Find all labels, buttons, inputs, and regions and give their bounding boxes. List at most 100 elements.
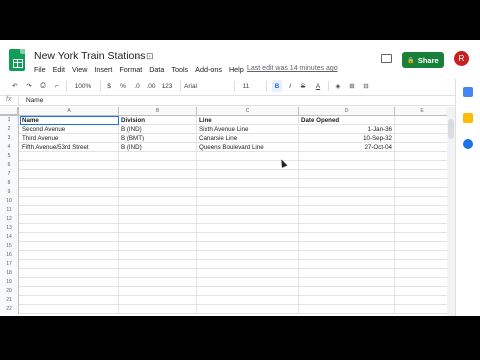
font-size-select[interactable]: 11 — [238, 80, 254, 92]
move-folder-icon[interactable]: ⊡ — [146, 51, 154, 62]
table-cell[interactable] — [197, 188, 299, 197]
table-cell[interactable] — [20, 188, 119, 197]
table-cell[interactable] — [299, 170, 395, 179]
table-cell[interactable] — [119, 305, 197, 314]
table-cell[interactable]: Division — [119, 116, 197, 125]
comment-history-icon[interactable] — [381, 54, 392, 63]
table-cell[interactable] — [395, 251, 450, 260]
row-number[interactable]: 11 — [0, 206, 19, 215]
scrollbar-thumb[interactable] — [448, 119, 454, 139]
row-number[interactable]: 9 — [0, 188, 19, 197]
table-cell[interactable] — [20, 179, 119, 188]
table-cell[interactable] — [119, 260, 197, 269]
column-header-e[interactable]: E — [395, 107, 450, 116]
last-edit-link[interactable]: Last edit was 14 minutes ago — [247, 65, 338, 72]
column-header-b[interactable]: B — [119, 107, 197, 116]
text-color-button[interactable]: A — [313, 80, 323, 92]
table-cell[interactable] — [299, 242, 395, 251]
sheets-logo-icon[interactable] — [9, 49, 25, 71]
table-cell[interactable] — [20, 206, 119, 215]
table-cell[interactable] — [395, 305, 450, 314]
table-cell[interactable] — [299, 260, 395, 269]
table-cell[interactable] — [20, 260, 119, 269]
table-cell[interactable]: Line — [197, 116, 299, 125]
table-cell[interactable] — [395, 134, 450, 143]
table-cell[interactable] — [197, 224, 299, 233]
undo-icon[interactable]: ↶ — [10, 80, 20, 92]
table-cell[interactable] — [299, 179, 395, 188]
spreadsheet-grid[interactable]: A B C D E 1 Name Division Line Date Opened 2 S… — [0, 107, 455, 316]
table-cell[interactable] — [119, 161, 197, 170]
table-cell[interactable] — [395, 116, 450, 125]
table-cell[interactable]: B (IND) — [119, 125, 197, 134]
table-cell[interactable] — [395, 224, 450, 233]
table-cell[interactable]: Date Opened — [299, 116, 395, 125]
table-cell[interactable] — [119, 170, 197, 179]
menu-data[interactable]: Data — [149, 65, 164, 74]
table-cell[interactable]: Name — [20, 116, 119, 125]
menu-file[interactable]: File — [34, 65, 46, 74]
table-cell[interactable] — [20, 242, 119, 251]
table-cell[interactable] — [395, 233, 450, 242]
table-cell[interactable] — [299, 296, 395, 305]
table-cell[interactable] — [299, 206, 395, 215]
table-cell[interactable] — [299, 152, 395, 161]
table-cell[interactable]: Sixth Avenue Line — [197, 125, 299, 134]
table-cell[interactable] — [299, 224, 395, 233]
redo-icon[interactable]: ↷ — [24, 80, 34, 92]
table-cell[interactable] — [197, 287, 299, 296]
row-number[interactable]: 6 — [0, 161, 19, 170]
avatar[interactable]: R — [454, 51, 469, 66]
table-cell[interactable] — [299, 188, 395, 197]
table-cell[interactable] — [299, 161, 395, 170]
formula-input[interactable]: Name — [26, 97, 43, 104]
select-all-corner[interactable] — [0, 107, 19, 116]
table-cell[interactable] — [20, 215, 119, 224]
table-cell[interactable] — [395, 170, 450, 179]
table-cell[interactable] — [299, 233, 395, 242]
row-number[interactable]: 14 — [0, 233, 19, 242]
table-cell[interactable] — [395, 125, 450, 134]
row-number[interactable]: 5 — [0, 152, 19, 161]
row-number[interactable]: 21 — [0, 296, 19, 305]
menu-view[interactable]: View — [72, 65, 87, 74]
percent-format-button[interactable]: % — [118, 80, 128, 92]
vertical-scrollbar[interactable] — [447, 107, 455, 316]
row-number[interactable]: 8 — [0, 179, 19, 188]
table-cell[interactable] — [197, 242, 299, 251]
table-cell[interactable] — [197, 233, 299, 242]
table-cell[interactable] — [119, 215, 197, 224]
table-cell[interactable]: B (IND) — [119, 143, 197, 152]
table-cell[interactable]: Fifth Avenue/53rd Street — [20, 143, 119, 152]
table-cell[interactable] — [395, 206, 450, 215]
bold-button[interactable]: B — [272, 80, 282, 92]
row-number[interactable]: 20 — [0, 287, 19, 296]
table-cell[interactable] — [299, 287, 395, 296]
table-cell[interactable] — [119, 269, 197, 278]
table-cell[interactable] — [395, 278, 450, 287]
table-cell[interactable] — [197, 278, 299, 287]
table-cell[interactable] — [299, 278, 395, 287]
table-cell[interactable] — [119, 188, 197, 197]
table-cell[interactable] — [20, 251, 119, 260]
table-cell[interactable] — [197, 179, 299, 188]
menu-help[interactable]: Help — [229, 65, 244, 74]
tasks-icon[interactable] — [463, 139, 473, 149]
table-cell[interactable] — [119, 197, 197, 206]
table-cell[interactable] — [299, 251, 395, 260]
table-cell[interactable] — [119, 152, 197, 161]
fill-color-icon[interactable]: ◈ — [333, 80, 343, 92]
table-cell[interactable] — [20, 224, 119, 233]
menu-addons[interactable]: Add-ons — [195, 65, 222, 74]
table-cell[interactable] — [395, 269, 450, 278]
document-title[interactable]: New York Train Stations — [34, 50, 145, 62]
zoom-select[interactable]: 100% — [70, 80, 96, 92]
keep-icon[interactable] — [463, 113, 473, 123]
table-cell[interactable] — [395, 161, 450, 170]
table-cell[interactable] — [197, 305, 299, 314]
italic-button[interactable]: I — [285, 80, 295, 92]
font-family-select[interactable]: Arial — [184, 80, 224, 92]
row-number[interactable]: 13 — [0, 224, 19, 233]
table-cell[interactable] — [197, 206, 299, 215]
table-cell[interactable] — [119, 278, 197, 287]
